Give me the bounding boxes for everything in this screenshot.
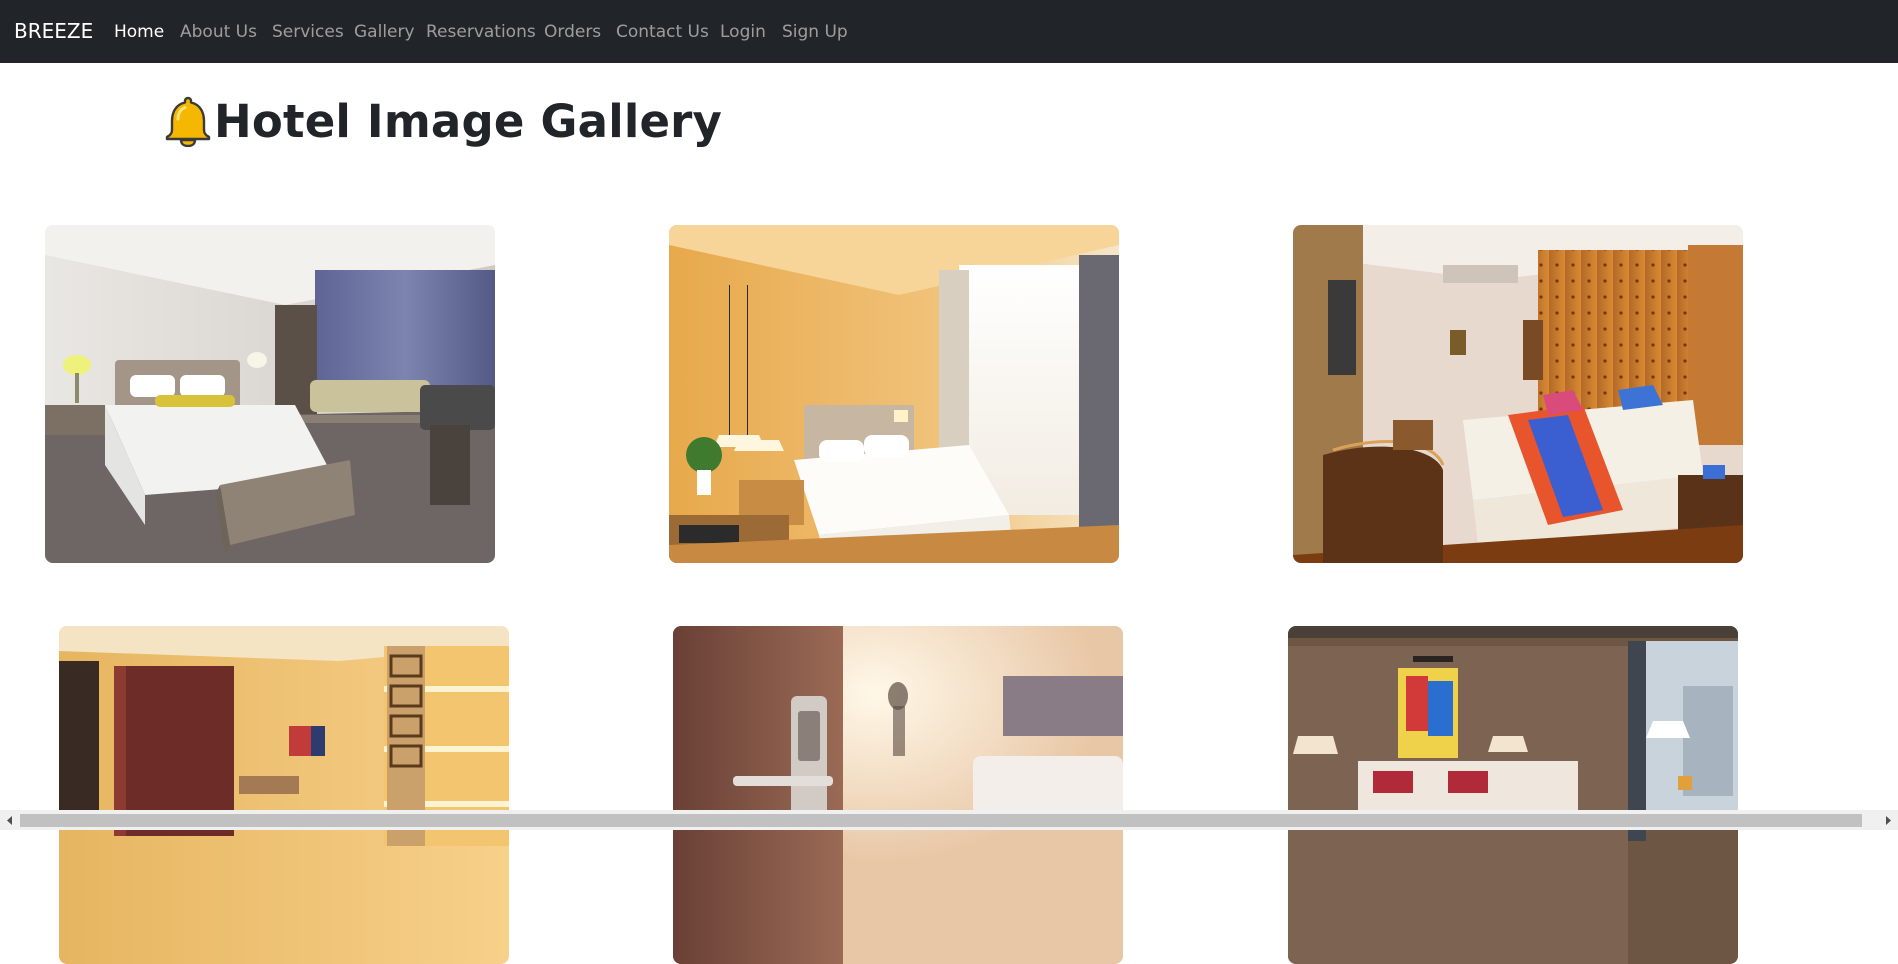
nav-login[interactable]: Login [720, 21, 766, 43]
nav-services[interactable]: Services [272, 21, 344, 43]
brand-logo[interactable]: BREEZE [14, 19, 93, 43]
nav-contact-us[interactable]: Contact Us [616, 21, 709, 43]
nav-orders[interactable]: Orders [544, 21, 601, 43]
nav-gallery[interactable]: Gallery [354, 21, 415, 43]
gallery-photo-5[interactable] [673, 626, 1123, 964]
bell-icon [164, 95, 212, 148]
scrollbar-thumb[interactable] [20, 814, 1862, 827]
scroll-right-icon[interactable] [1882, 814, 1894, 827]
nav-about-us[interactable]: About Us [180, 21, 257, 43]
gallery-photo-3[interactable] [1293, 225, 1743, 563]
page-title-text: Hotel Image Gallery [214, 94, 723, 148]
gallery-photo-6[interactable] [1288, 626, 1738, 964]
top-navbar: BREEZE Home About Us Services Gallery Re… [0, 0, 1898, 63]
nav-sign-up[interactable]: Sign Up [782, 21, 848, 43]
horizontal-scrollbar[interactable] [0, 810, 1898, 830]
page-title: Hotel Image Gallery [164, 90, 722, 152]
scroll-left-icon[interactable] [4, 814, 16, 827]
nav-home[interactable]: Home [114, 21, 164, 43]
gallery-photo-4[interactable] [59, 626, 509, 964]
gallery-photo-2[interactable] [669, 225, 1119, 563]
gallery-photo-1[interactable] [45, 225, 495, 563]
nav-reservations[interactable]: Reservations [426, 21, 536, 43]
